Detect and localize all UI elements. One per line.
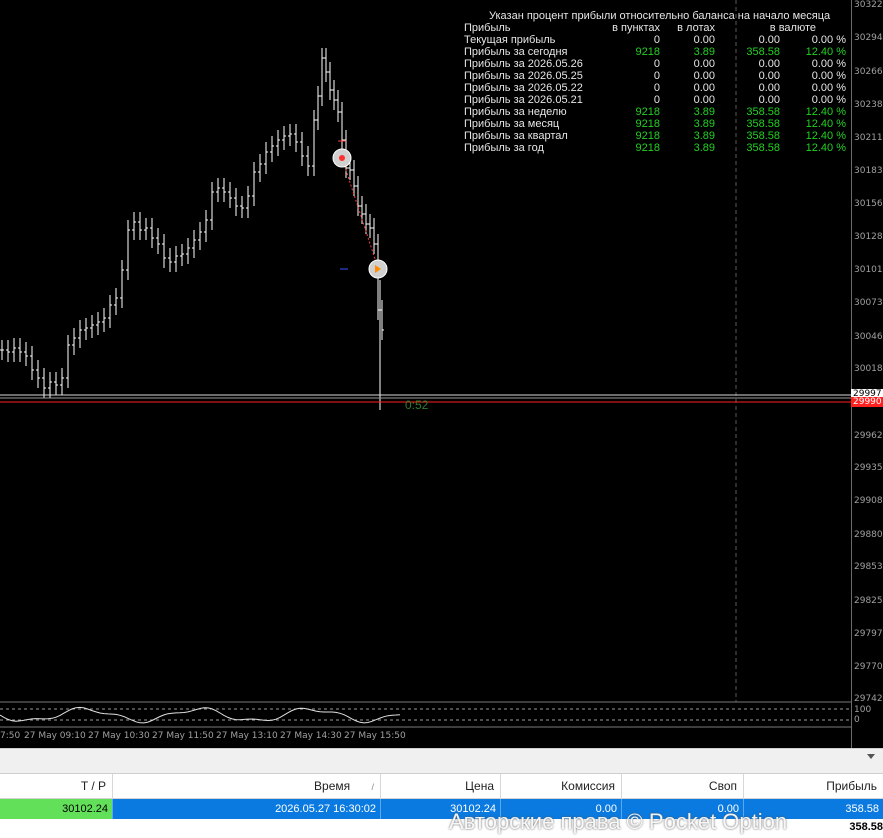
trade-entry-marker [332, 148, 352, 168]
candlestick-chart[interactable] [0, 0, 851, 748]
time-axis: 7:50 27 May 09:10 27 May 10:30 27 May 11:50… [0, 728, 851, 746]
header-time[interactable]: Время / [113, 774, 381, 798]
price-tick-label: 30018 [854, 364, 883, 374]
price-tick-label: 29935 [854, 463, 883, 473]
trade-connector-line [341, 157, 379, 269]
price-tick-label: 30294 [854, 33, 883, 43]
cell-time[interactable]: 2026.05.27 16:30:02 [113, 799, 381, 819]
grid-header: T / P Время / Цена Комиссия Своп Прибыль [0, 774, 883, 799]
total-profit: 358.58 [849, 821, 883, 833]
time-tick-label: 27 May 13:10 [216, 731, 278, 741]
price-tick-label: 30183 [854, 166, 883, 176]
price-tick-label: 30322 [854, 0, 883, 10]
copyright-watermark: Авторские права © Pocket Option [449, 809, 788, 834]
chevron-down-icon[interactable] [867, 754, 875, 759]
price-tick-label: 29770 [854, 662, 883, 672]
price-tick-label: 30128 [854, 232, 883, 242]
header-profit[interactable]: Прибыль [744, 774, 883, 798]
price-tick-label: 29797 [854, 629, 883, 639]
time-tick-label: 27 May 14:30 [280, 731, 342, 741]
price-tick-label: 30266 [854, 67, 883, 77]
header-commission[interactable]: Комиссия [501, 774, 622, 798]
price-tick-label: 29908 [854, 496, 883, 506]
header-price[interactable]: Цена [381, 774, 501, 798]
panel-scrollbar[interactable] [0, 748, 883, 774]
price-tick-label: 30101 [854, 265, 883, 275]
price-tick-label: 29880 [854, 530, 883, 540]
time-tick-label: 27 May 15:50 [344, 731, 406, 741]
header-tp[interactable]: T / P [0, 774, 113, 798]
price-tick-label: 30073 [854, 298, 883, 308]
header-time-label: Время [314, 779, 351, 793]
price-tick-label: 30211 [854, 133, 883, 143]
time-tick-label: 27 May 10:30 [88, 731, 150, 741]
price-tick-label: 29962 [854, 431, 883, 441]
price-tick-label: 29825 [854, 596, 883, 606]
price-tick-label: 29742 [854, 694, 883, 704]
time-tick-label: 27 May 09:10 [24, 731, 86, 741]
indicator-label-bottom: 0 [854, 715, 860, 725]
price-chart[interactable]: 30322 30294 30266 30238 30211 30183 30156 30128… [0, 0, 883, 748]
sort-indicator-icon: / [371, 782, 374, 792]
ask-price-badge: 29990 [851, 397, 883, 407]
candle-timer: 0:52 [405, 398, 429, 412]
trade-exit-marker [368, 259, 388, 279]
candles [0, 48, 384, 410]
price-tick-label: 30156 [854, 199, 883, 209]
oscillator-panel[interactable] [0, 703, 851, 727]
oscillator-line [0, 706, 401, 724]
price-scale-border [851, 0, 852, 748]
price-tick-label: 29853 [854, 562, 883, 572]
price-tick-label: 30046 [854, 332, 883, 342]
price-tick-label: 30238 [854, 100, 883, 110]
time-tick-label: 7:50 [0, 731, 21, 741]
time-tick-label: 27 May 11:50 [152, 731, 214, 741]
cell-tp[interactable]: 30102.24 [0, 799, 113, 819]
indicator-label-top: 100 [854, 705, 872, 715]
header-swap[interactable]: Своп [622, 774, 744, 798]
